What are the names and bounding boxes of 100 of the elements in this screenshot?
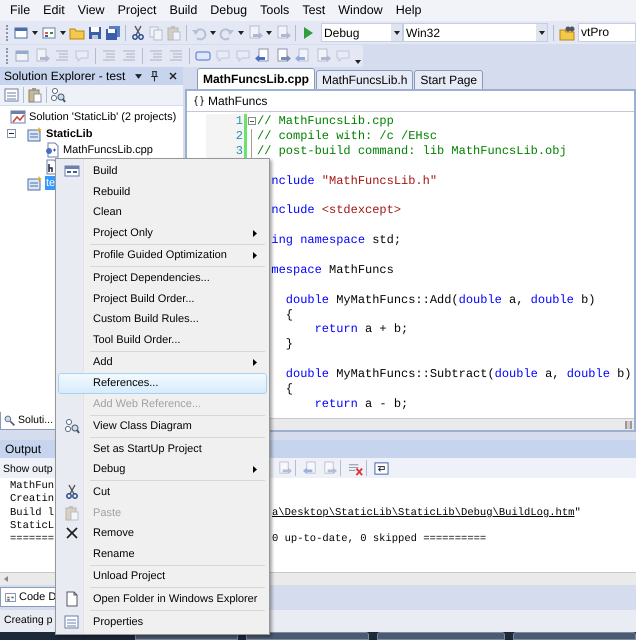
output-line: Build l: [10, 506, 54, 519]
log-link[interactable]: a\Desktop\StaticLib\StaticLib\Debug\BuildLog.htm: [272, 506, 574, 520]
caret-icon[interactable]: [538, 30, 544, 34]
output-line: StaticL: [10, 520, 54, 532]
menu-item[interactable]: Project: [118, 1, 156, 20]
panel-title: Solution Explorer - test: [4, 68, 126, 85]
code-line: return a + b;: [314, 322, 408, 338]
document-icon: [64, 591, 80, 608]
code-line: {: [284, 308, 294, 322]
output-line: MathFun: [10, 480, 54, 492]
menu-item[interactable]: Unload Project: [58, 566, 267, 587]
solution-icon: [10, 109, 26, 126]
menu-item[interactable]: Edit: [43, 1, 65, 20]
menu-item[interactable]: Remove: [58, 523, 267, 544]
output-line: Creatin: [10, 493, 54, 506]
menu-item[interactable]: Tools: [260, 1, 290, 20]
menu-item[interactable]: View: [78, 1, 105, 20]
scroll-left-icon[interactable]: [4, 576, 8, 582]
menu-item[interactable]: Tool Build Order...: [58, 330, 267, 350]
status-text: Creating p: [4, 613, 52, 628]
project-icon: [27, 175, 43, 192]
save-all-icon[interactable]: [105, 24, 121, 40]
editor-tab[interactable]: MathFuncsLib.cpp: [197, 68, 315, 89]
menu-item[interactable]: Debug: [210, 1, 248, 20]
find-field[interactable]: vtPro: [578, 23, 636, 42]
menu-item[interactable]: Clean: [58, 202, 267, 223]
editor-tab[interactable]: Start Page: [414, 70, 484, 89]
panel-tab[interactable]: Soluti...: [0, 412, 56, 430]
caret-icon[interactable]: [32, 30, 38, 34]
window-icon[interactable]: [13, 24, 29, 40]
menu-item[interactable]: View Class Diagram: [58, 416, 267, 437]
code-line: // compile with: /c /EHsc: [256, 128, 438, 144]
window-icon[interactable]: [41, 24, 57, 40]
scissors-icon[interactable]: [130, 24, 146, 40]
submenu-arrow-icon: [253, 230, 257, 237]
menu-item[interactable]: Set as StartUp Project: [58, 438, 267, 460]
folder-icon[interactable]: [559, 24, 575, 40]
document-arrow-icon[interactable]: [275, 48, 291, 64]
menu-item[interactable]: File: [10, 1, 30, 20]
code-line: double MyMathFuncs::Subtract(double a, double b): [284, 367, 632, 382]
menu-item[interactable]: Project Dependencies...: [58, 268, 267, 289]
window-icon: [4, 590, 17, 604]
dropdown-caret-icon[interactable]: [135, 74, 142, 78]
menu-item[interactable]: Custom Build Rules...: [58, 309, 267, 330]
line-number: 2: [206, 128, 244, 144]
configuration-dropdown[interactable]: Debug: [321, 23, 403, 42]
properties-icon[interactable]: [4, 87, 20, 103]
overflow-caret-icon[interactable]: [355, 60, 361, 64]
close-icon[interactable]: [167, 70, 179, 82]
menu-item[interactable]: Window: [338, 1, 383, 20]
code-line: ing namespace std;: [270, 233, 402, 248]
tree-item[interactable]: Solution 'StaticLib' (2 projects): [28, 110, 178, 124]
clipboard-icon[interactable]: [27, 87, 43, 103]
menu-item[interactable]: Add: [58, 352, 267, 373]
code-line: mespace MathFuncs: [270, 262, 394, 278]
caret-icon[interactable]: [210, 30, 216, 34]
code-line: }: [284, 337, 294, 352]
code-line: nclude "MathFuncsLib.h": [270, 174, 438, 188]
line-number: 1: [206, 114, 244, 129]
navigation-dropdown[interactable]: MathFuncs: [187, 91, 634, 112]
code-line: // MathFuncsLib.cpp: [256, 114, 394, 129]
code-line: {: [284, 382, 294, 397]
output-line: =======: [10, 533, 54, 546]
submenu-arrow-icon: [253, 252, 257, 260]
properties-icon: [64, 614, 80, 630]
code-line: double MyMathFuncs::Add(double a, double b): [284, 292, 596, 308]
menu-item[interactable]: References...: [58, 372, 267, 394]
menu-item[interactable]: Test: [302, 1, 326, 20]
collapse-toggle[interactable]: [7, 129, 16, 138]
menu-item[interactable]: Rebuild: [58, 182, 267, 202]
menu-item[interactable]: Build: [169, 1, 198, 20]
menu-item[interactable]: Help: [396, 1, 422, 20]
magnifier-icon: [3, 414, 16, 427]
menu-item[interactable]: Profile Guided Optimization: [58, 245, 267, 266]
editor-tab[interactable]: MathFuncsLib.h: [316, 70, 414, 89]
code-line: nclude <stdexcept>: [270, 203, 402, 218]
caret-icon[interactable]: [238, 30, 244, 34]
menu-item[interactable]: Open Folder in Windows Explorer: [58, 588, 267, 610]
platform-dropdown[interactable]: Win32: [403, 23, 548, 42]
submenu-arrow-icon: [253, 466, 257, 474]
tree-item[interactable]: MathFuncsLib.cpp: [62, 143, 154, 158]
cpp-file-icon: [44, 142, 60, 158]
save-icon[interactable]: [87, 24, 103, 40]
collapse-toggle[interactable]: [248, 117, 256, 126]
menu-item[interactable]: Rename: [58, 544, 267, 564]
menu-item[interactable]: Project Build Order...: [58, 288, 267, 310]
document-arrow-icon[interactable]: [255, 48, 271, 64]
menu-item[interactable]: Project Only: [58, 222, 267, 244]
wrap-icon[interactable]: [374, 460, 389, 476]
menu-item[interactable]: Debug: [58, 459, 267, 480]
panel-title: Output: [5, 441, 42, 458]
show-output-label: Show outp: [3, 462, 53, 475]
caret-icon[interactable]: [266, 30, 272, 34]
code-line: // post-build command: lib MathFuncsLib.obj: [256, 144, 567, 159]
menu-item[interactable]: Build: [58, 161, 267, 182]
caret-icon[interactable]: [60, 30, 66, 34]
caret-icon[interactable]: [394, 30, 400, 34]
menu-item[interactable]: Cut: [58, 482, 267, 502]
diagram-icon[interactable]: [50, 87, 66, 103]
menu-item[interactable]: Properties: [58, 611, 267, 632]
